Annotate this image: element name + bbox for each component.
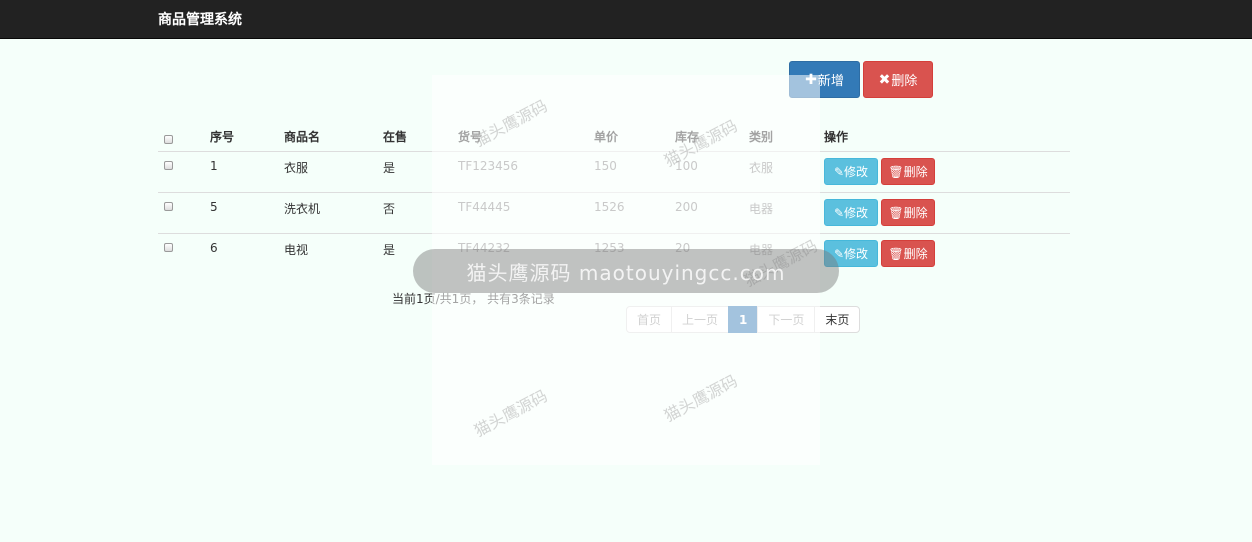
cell-category: 电器 — [749, 243, 774, 257]
col-header-stock: 库存 — [675, 130, 700, 144]
row-checkbox[interactable] — [164, 161, 173, 170]
table-divider — [158, 233, 1070, 234]
prev-page-link[interactable]: 上一页 — [671, 306, 730, 333]
delete-label: 删除 — [903, 206, 928, 220]
pencil-icon: ✎ — [833, 205, 845, 220]
trash-icon: 🗑 — [888, 205, 904, 220]
app-title[interactable]: 商品管理系统 — [158, 9, 242, 29]
pencil-icon: ✎ — [833, 164, 845, 179]
row-delete-button[interactable]: 🗑 删除 — [881, 240, 935, 267]
cell-stock: 100 — [675, 159, 698, 173]
cell-on-sale: 是 — [383, 161, 396, 175]
col-header-id: 序号 — [210, 130, 235, 144]
last-page-link[interactable]: 末页 — [814, 306, 861, 333]
pagination: 首页 上一页 1 下一页 末页 — [626, 306, 861, 333]
cell-on-sale: 否 — [383, 202, 396, 216]
times-icon: ✖ — [878, 71, 891, 88]
cell-sku: TF123456 — [458, 159, 519, 173]
table-divider — [158, 151, 1070, 152]
delete-button-label: 删除 — [891, 74, 918, 89]
pagination-info: 当前1页/共1页， 共有3条记录 — [392, 292, 555, 306]
col-header-sku: 货号 — [458, 130, 483, 144]
edit-label: 修改 — [844, 206, 869, 220]
watermark-banner-text: 猫头鹰源码 maotouyingcc.com — [466, 260, 786, 285]
delete-label: 删除 — [903, 247, 928, 261]
add-button[interactable]: ✚ 新增 — [789, 61, 860, 98]
watermark-text: 猫头鹰源码 — [660, 371, 741, 426]
col-header-on-sale: 在售 — [383, 130, 408, 144]
cell-category: 衣服 — [749, 161, 774, 175]
top-navbar: 商品管理系统 — [0, 0, 1252, 39]
edit-button[interactable]: ✎ 修改 — [824, 158, 878, 185]
edit-label: 修改 — [844, 247, 869, 261]
cell-id: 1 — [210, 159, 218, 173]
cell-stock: 200 — [675, 200, 698, 214]
row-delete-button[interactable]: 🗑 删除 — [881, 199, 935, 226]
delete-selected-button[interactable]: ✖ 删除 — [863, 61, 933, 98]
cell-price: 1253 — [594, 241, 625, 255]
edit-label: 修改 — [844, 165, 869, 179]
trash-icon: 🗑 — [888, 164, 904, 179]
plus-icon: ✚ — [805, 71, 817, 88]
cell-name: 洗衣机 — [284, 202, 321, 216]
add-button-label: 新增 — [817, 74, 844, 89]
col-header-price: 单价 — [594, 130, 619, 144]
cell-on-sale: 是 — [383, 243, 396, 257]
next-page-link[interactable]: 下一页 — [757, 306, 816, 333]
row-checkbox[interactable] — [164, 243, 173, 252]
cell-name: 电视 — [284, 243, 309, 257]
row-delete-button[interactable]: 🗑 删除 — [881, 158, 935, 185]
select-all-checkbox[interactable] — [164, 135, 173, 144]
cell-name: 衣服 — [284, 161, 309, 175]
cell-id: 5 — [210, 200, 218, 214]
row-checkbox[interactable] — [164, 202, 173, 211]
cell-id: 6 — [210, 241, 218, 255]
cell-sku: TF44445 — [458, 200, 511, 214]
pencil-icon: ✎ — [833, 246, 845, 261]
first-page-link[interactable]: 首页 — [626, 306, 673, 333]
col-header-actions: 操作 — [824, 130, 849, 144]
cell-stock: 20 — [675, 241, 691, 255]
edit-button[interactable]: ✎ 修改 — [824, 240, 878, 267]
col-header-name: 商品名 — [284, 130, 321, 144]
edit-button[interactable]: ✎ 修改 — [824, 199, 878, 226]
delete-label: 删除 — [903, 165, 928, 179]
watermark-text: 猫头鹰源码 — [470, 386, 551, 441]
watermark-banner: 猫头鹰源码 maotouyingcc.com — [413, 249, 839, 293]
watermark-text: 猫头鹰源码 — [660, 116, 741, 171]
cell-category: 电器 — [749, 202, 774, 216]
trash-icon: 🗑 — [888, 246, 904, 261]
current-page-link[interactable]: 1 — [728, 306, 759, 333]
cell-price: 150 — [594, 159, 617, 173]
table-divider — [158, 192, 1070, 193]
col-header-category: 类别 — [749, 130, 774, 144]
cell-sku: TF44232 — [458, 241, 511, 255]
cell-price: 1526 — [594, 200, 625, 214]
